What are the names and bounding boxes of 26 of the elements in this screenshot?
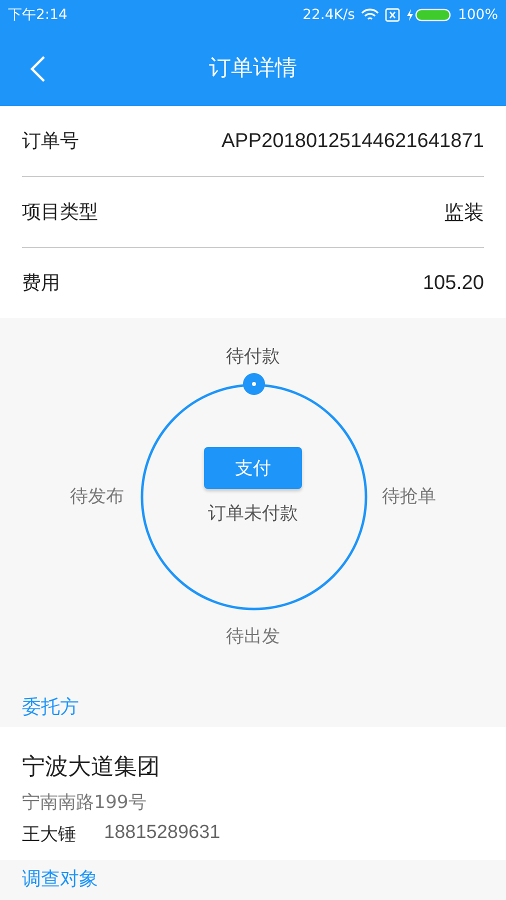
row-value: APP20180125144621641871 — [222, 130, 484, 152]
back-icon[interactable] — [30, 56, 46, 82]
page-title: 订单详情 — [209, 55, 297, 83]
company-address: 宁南南路199号 — [22, 791, 148, 814]
wifi-icon — [360, 8, 379, 22]
row-label: 项目类型 — [22, 200, 98, 225]
step-label: 待抢单 — [382, 485, 436, 508]
contact-name: 王大锤 — [22, 823, 76, 846]
step-label: 待付款 — [226, 345, 280, 368]
contact-phone: 18815289631 — [104, 822, 220, 845]
sim-icon — [384, 8, 400, 22]
pay-button[interactable]: 支付 — [204, 447, 302, 489]
step-label: 待出发 — [226, 625, 280, 648]
battery-icon — [406, 8, 452, 22]
section-title: 委托方 — [22, 695, 79, 720]
row-value: 监装 — [444, 200, 484, 226]
step-label: 待发布 — [70, 485, 124, 508]
battery-level: 100% — [458, 7, 498, 23]
network-speed: 22.4K/s — [302, 7, 355, 23]
company-name: 宁波大道集团 — [22, 753, 161, 782]
row-label: 订单号 — [22, 129, 79, 154]
row-label: 费用 — [22, 271, 60, 296]
status-time: 下午2:14 — [8, 6, 68, 24]
order-status: 订单未付款 — [208, 502, 298, 525]
row-value: 105.20 — [422, 272, 484, 294]
section-title: 调查对象 — [22, 867, 98, 892]
